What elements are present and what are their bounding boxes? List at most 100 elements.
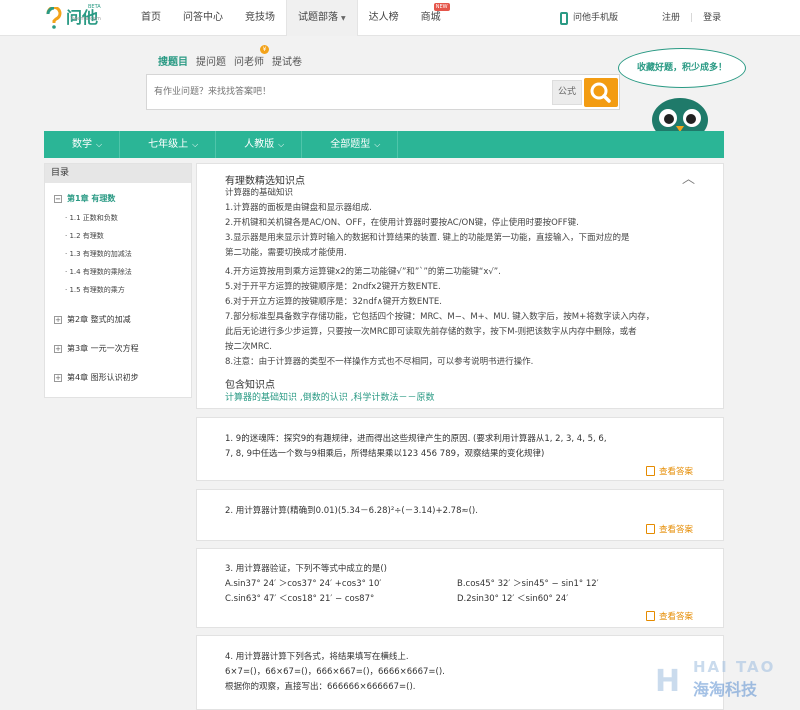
question-card-1: 1. 9的迷魂阵：探究9的有趣规律，进而得出这些规律产生的原因. (要求利用计算… bbox=[196, 417, 724, 481]
chapter-label: 第4章 图形认识初步 bbox=[67, 373, 139, 382]
view-answer-button[interactable]: 查看答案 bbox=[645, 523, 693, 535]
question-text: 6×7=()，66×67=()，666×667=()，6666×6667=(). bbox=[225, 667, 445, 677]
logo-question-icon bbox=[46, 7, 62, 29]
auth-links: 注册 | 登录 bbox=[652, 0, 731, 36]
filter-edition-label: 人教版 bbox=[244, 139, 275, 150]
question-card-2: 2. 用计算器计算(精确到0.01)(5.34－6.28)²÷(－3.14)+2… bbox=[196, 489, 724, 541]
document-icon bbox=[645, 524, 655, 534]
knowledge-line: 计算器的基础知识 bbox=[225, 188, 294, 198]
knowledge-line: 第二功能，需要切换成才能使用. bbox=[225, 248, 347, 258]
nav-shop-label: 商城 bbox=[420, 12, 441, 23]
option-a: A.sin37° 24′ ＞cos37° 24′ +cos3° 10′ bbox=[225, 579, 382, 589]
chapter-4[interactable]: + 第4章 图形认识初步 bbox=[45, 371, 191, 385]
expand-icon[interactable]: + bbox=[54, 374, 62, 382]
knowledge-line: 2.开机键和关机键各是AC/ON、OFF，在使用计算器时要按AC/ON键，停止使… bbox=[225, 218, 579, 228]
collapse-up-icon[interactable]: ︿ bbox=[682, 168, 695, 187]
mobile-version-link[interactable]: 问他手机版 bbox=[560, 0, 618, 36]
new-badge: NEW bbox=[433, 3, 450, 11]
knowledge-card: 有理数精选知识点 ︿ 计算器的基础知识 1.计算器的面板是由键盘和显示器组成. … bbox=[196, 163, 724, 409]
chapter-label: 第1章 有理数 bbox=[67, 194, 116, 203]
view-answer-label: 查看答案 bbox=[658, 612, 693, 622]
caret-down-icon: ▼ bbox=[341, 15, 346, 22]
catalog-title: 目录 bbox=[45, 164, 191, 183]
catalog-sidebar: 目录 − 第1章 有理数 · 1.1 正数和负数 · 1.2 有理数 · 1.3 … bbox=[44, 163, 192, 398]
chapter-3[interactable]: + 第3章 一元一次方程 bbox=[45, 342, 191, 356]
related-knowledge-links[interactable]: 计算器的基础知识 ,倒数的认识 ,科学计数法－－原数 bbox=[225, 390, 434, 403]
tab-ask-teacher[interactable]: 问老师 ¥ bbox=[234, 45, 269, 68]
option-d: D.2sin30° 12′ ＜sin60° 24′ bbox=[457, 594, 569, 604]
search-button[interactable] bbox=[584, 78, 618, 107]
filter-type-label: 全部题型 bbox=[330, 139, 371, 150]
knowledge-line: 4.开方运算按用到乘方运算键x2的第二功能键√”和”`”的第二功能键“x√”. bbox=[225, 267, 501, 277]
nav-home-label: 首页 bbox=[141, 12, 161, 23]
chevron-down-icon: ⌵ bbox=[278, 140, 285, 149]
section-1-1[interactable]: · 1.1 正数和负数 bbox=[45, 209, 191, 227]
login-link[interactable]: 登录 bbox=[693, 0, 731, 36]
knowledge-line: 7.部分标准型具备数字存储功能，它包括四个按键：MRC、M−、M+、MU. 键入… bbox=[225, 312, 655, 322]
question-text: 3. 用计算器验证，下列不等式中成立的是() bbox=[225, 564, 387, 574]
section-1-3[interactable]: · 1.3 有理数的加减法 bbox=[45, 245, 191, 263]
knowledge-title: 有理数精选知识点 bbox=[225, 176, 305, 187]
formula-button[interactable]: 公式 bbox=[552, 80, 582, 105]
chevron-down-icon: ⌵ bbox=[374, 140, 381, 149]
nav-arena[interactable]: 竞技场 bbox=[234, 0, 286, 36]
nav-leaderboard-label: 达人榜 bbox=[368, 12, 399, 23]
nav-leaderboard[interactable]: 达人榜 bbox=[358, 0, 410, 36]
nav-shop[interactable]: 商城 NEW bbox=[410, 0, 452, 36]
phone-icon bbox=[560, 11, 568, 25]
question-text: 1. 9的迷魂阵：探究9的有趣规律，进而得出这些规律产生的原因. (要求利用计算… bbox=[225, 434, 607, 444]
mobile-version-label: 问他手机版 bbox=[573, 13, 619, 23]
knowledge-line: 8.注意：由于计算器的类型不一样操作方式也不尽相同，可以参考说明书进行操作. bbox=[225, 357, 534, 367]
filter-edition[interactable]: 人教版 ⌵ bbox=[216, 131, 303, 158]
option-b: B.cos45° 32′ ＞sin45° − sin1° 12′ bbox=[457, 579, 599, 589]
logo-domain: 7wenta.com bbox=[70, 16, 101, 22]
nav-home[interactable]: 首页 bbox=[130, 0, 172, 36]
section-1-4[interactable]: · 1.4 有理数的乘除法 bbox=[45, 263, 191, 281]
expand-icon[interactable]: + bbox=[54, 345, 62, 353]
filter-subject[interactable]: 数学 ⌵ bbox=[44, 131, 121, 158]
nav-arena-label: 竞技场 bbox=[245, 12, 275, 23]
search-input[interactable] bbox=[149, 77, 549, 107]
view-answer-button[interactable]: 查看答案 bbox=[645, 610, 693, 622]
question-text: 4. 用计算器计算下列各式，将结果填写在横线上. bbox=[225, 652, 409, 662]
view-answer-button[interactable]: 查看答案 bbox=[645, 465, 693, 477]
chapter-1[interactable]: − 第1章 有理数 bbox=[45, 192, 191, 206]
filter-grade[interactable]: 七年级上 ⌵ bbox=[120, 131, 217, 158]
nav-qa-label: 问答中心 bbox=[183, 12, 223, 23]
tab-submit-paper[interactable]: 提试卷 bbox=[272, 53, 302, 68]
nav-question-tribe[interactable]: 试题部落 ▼ bbox=[286, 0, 358, 36]
nav-qa-center[interactable]: 问答中心 bbox=[172, 0, 234, 36]
watermark-latin: HAI TAO bbox=[693, 658, 776, 676]
search-tabs: 搜题目 提问题 问老师 ¥ 提试卷 bbox=[158, 45, 310, 68]
chapter-label: 第2章 整式的加减 bbox=[67, 315, 131, 324]
filter-bar: 数学 ⌵ 七年级上 ⌵ 人教版 ⌵ 全部题型 ⌵ bbox=[44, 131, 724, 158]
chevron-down-icon: ⌵ bbox=[192, 140, 199, 149]
tab-ask-question[interactable]: 提问题 bbox=[196, 53, 226, 68]
document-icon bbox=[645, 611, 655, 621]
knowledge-line: 6.对于开立方运算的按键顺序是：32ndf∧键开方数ENTE. bbox=[225, 297, 442, 307]
knowledge-line: 5.对于开平方运算的按键顺序是：2ndfx2键开方数ENTE. bbox=[225, 282, 441, 292]
search-icon bbox=[590, 82, 611, 103]
register-link[interactable]: 注册 bbox=[652, 0, 690, 36]
coin-badge-icon: ¥ bbox=[260, 45, 269, 54]
view-answer-label: 查看答案 bbox=[658, 467, 693, 477]
filter-subject-label: 数学 bbox=[72, 139, 92, 150]
question-text: 2. 用计算器计算(精确到0.01)(5.34－6.28)²÷(－3.14)+2… bbox=[225, 506, 478, 516]
search-box: 公式 bbox=[146, 74, 620, 110]
knowledge-line: 3.显示器是用来显示计算时输入的数据和计算结果的装置. 键上的功能是第一功能，直… bbox=[225, 233, 630, 243]
nav-tribe-label: 试题部落 bbox=[298, 12, 338, 23]
expand-icon[interactable]: + bbox=[54, 316, 62, 324]
watermark-letter: H bbox=[655, 664, 681, 699]
collapse-icon[interactable]: − bbox=[54, 195, 62, 203]
knowledge-line: 1.计算器的面板是由键盘和显示器组成. bbox=[225, 203, 372, 213]
question-text: 根据你的观察，直接写出：666666×666667=(). bbox=[225, 682, 416, 692]
filter-question-type[interactable]: 全部题型 ⌵ bbox=[302, 131, 399, 158]
tab-search-question[interactable]: 搜题目 bbox=[158, 53, 188, 68]
section-1-5[interactable]: · 1.5 有理数的乘方 bbox=[45, 281, 191, 299]
filter-grade-label: 七年级上 bbox=[148, 139, 189, 150]
logo-beta: BETA bbox=[88, 4, 101, 10]
chapter-2[interactable]: + 第2章 整式的加减 bbox=[45, 313, 191, 327]
chapter-label: 第3章 一元一次方程 bbox=[67, 344, 139, 353]
knowledge-line: 此后无论进行多少步运算，只要按一次MRC即可读取先前存储的数字，按下M-则把该数… bbox=[225, 327, 637, 337]
section-1-2[interactable]: · 1.2 有理数 bbox=[45, 227, 191, 245]
